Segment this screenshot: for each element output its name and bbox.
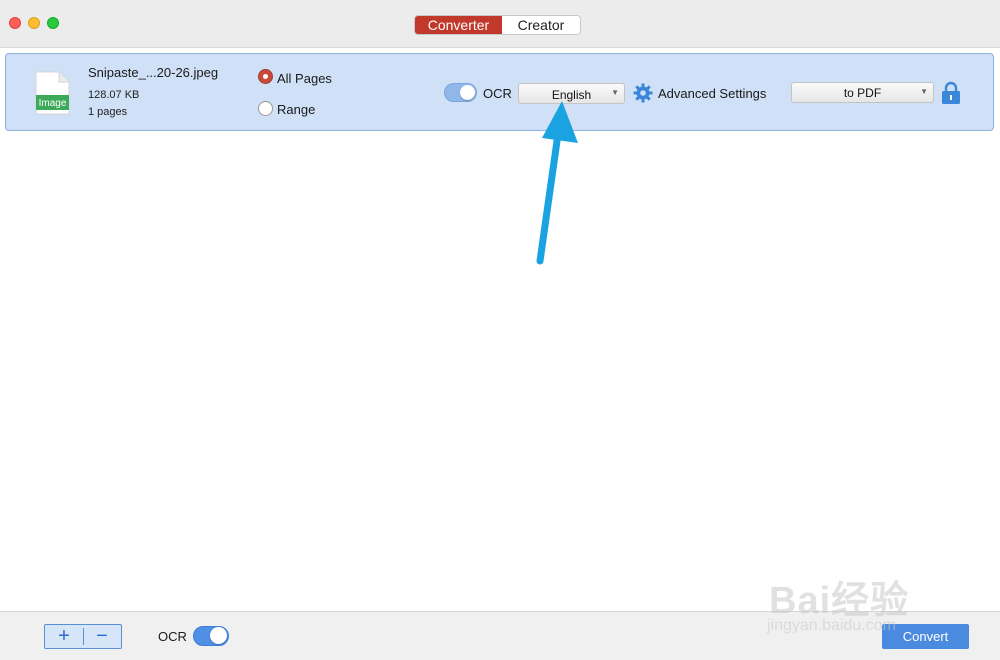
lock-icon[interactable] <box>941 81 961 105</box>
file-size: 128.07 KB <box>88 89 140 101</box>
add-remove-control: + − <box>44 624 122 649</box>
app-window: Converter Creator Image Snipaste_...20-2… <box>0 0 1000 660</box>
output-format-value: to PDF <box>843 85 882 100</box>
output-format-select[interactable]: to PDF ▼ <box>791 82 934 103</box>
advanced-settings-link[interactable]: Advanced Settings <box>658 86 766 101</box>
chevron-down-icon: ▼ <box>920 87 928 96</box>
toggle-knob <box>210 627 227 644</box>
toggle-knob <box>460 85 475 100</box>
add-file-button[interactable]: + <box>45 625 83 648</box>
mode-segmented-control: Converter Creator <box>414 15 581 35</box>
bottom-toolbar: + − OCR Convert <box>0 611 1000 660</box>
ocr-label: OCR <box>483 86 512 101</box>
gear-icon[interactable] <box>633 83 653 103</box>
file-row[interactable]: Image Snipaste_...20-26.jpeg 128.07 KB 1… <box>5 53 994 131</box>
convert-button[interactable]: Convert <box>882 624 969 649</box>
remove-file-button[interactable]: − <box>83 625 121 648</box>
close-window-button[interactable] <box>9 17 21 29</box>
title-bar: Converter Creator <box>0 0 1000 48</box>
chevron-down-icon: ▼ <box>611 88 619 97</box>
zoom-window-button[interactable] <box>47 17 59 29</box>
ocr-all-label: OCR <box>158 629 187 644</box>
file-name: Snipaste_...20-26.jpeg <box>88 65 219 80</box>
file-page-count: 1 pages <box>88 106 128 118</box>
file-type-label: Image <box>39 98 67 109</box>
image-file-icon: Image <box>35 71 70 115</box>
all-pages-label[interactable]: All Pages <box>277 71 332 86</box>
all-pages-radio[interactable] <box>258 69 273 84</box>
annotation-arrow <box>536 101 578 265</box>
divider <box>83 628 84 645</box>
tab-converter[interactable]: Converter <box>415 16 502 34</box>
range-radio[interactable] <box>258 101 273 116</box>
tab-creator[interactable]: Creator <box>501 16 580 34</box>
ocr-toggle[interactable] <box>444 83 477 102</box>
ocr-all-toggle[interactable] <box>193 626 229 646</box>
minimize-window-button[interactable] <box>28 17 40 29</box>
range-label[interactable]: Range <box>277 102 315 117</box>
